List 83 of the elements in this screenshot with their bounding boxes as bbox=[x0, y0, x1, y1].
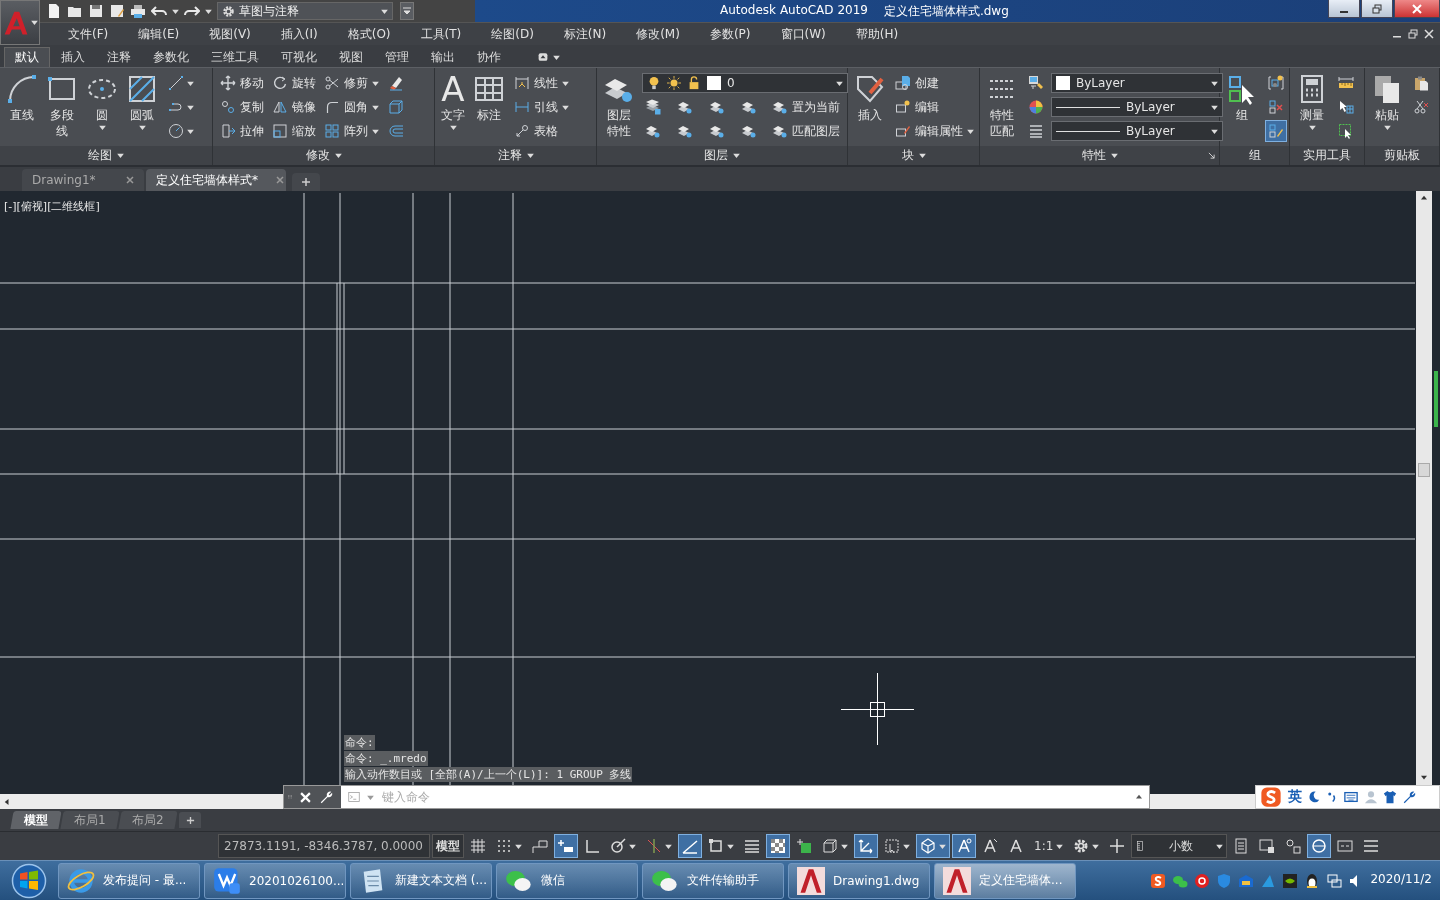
menu-item[interactable]: 格式(O) bbox=[333, 25, 407, 43]
taskbar-button[interactable]: 新建文本文档 (... bbox=[350, 862, 492, 899]
tool-button[interactable]: 缩放 bbox=[270, 120, 318, 142]
text-tool-button[interactable]: A 文字 bbox=[438, 71, 468, 132]
coordinates-display: 27873.1191, -8346.3787, 0.0000 bbox=[218, 834, 430, 858]
menu-item[interactable]: 标注(N) bbox=[549, 25, 623, 43]
tool-button[interactable]: 圆角 bbox=[322, 96, 381, 118]
taskbar-button[interactable]: Drawing1.dwg bbox=[788, 862, 930, 899]
layout-tab[interactable]: 模型 bbox=[10, 811, 62, 829]
app-name: Autodesk AutoCAD 2019 bbox=[720, 2, 868, 19]
panel-title[interactable]: 图层 bbox=[704, 147, 728, 164]
ribbon-tab[interactable]: 注释 bbox=[96, 47, 142, 67]
color-dropdown[interactable]: ByLayer bbox=[1051, 73, 1223, 93]
ribbon-tab[interactable]: 三维工具 bbox=[200, 47, 270, 67]
model-space-toggle[interactable]: 模型 bbox=[432, 834, 464, 858]
ribbon-tab[interactable]: 输出 bbox=[420, 47, 466, 67]
tool-button[interactable]: 组 bbox=[1223, 71, 1261, 125]
panel-title[interactable]: 块 bbox=[901, 147, 914, 164]
tool-button[interactable]: 匹配图层 bbox=[770, 120, 842, 142]
menu-item[interactable]: 修改(M) bbox=[622, 25, 696, 43]
menu-item[interactable]: 参数(P) bbox=[695, 25, 767, 43]
tool-button[interactable]: 置为当前 bbox=[770, 96, 842, 118]
tool-button[interactable]: 编辑属性 bbox=[893, 120, 976, 142]
line-style-dropdown[interactable]: ByLayer bbox=[1051, 121, 1223, 141]
taskbar-button[interactable]: 文件传输助手 bbox=[642, 862, 784, 899]
tool-button[interactable]: 图层特性 bbox=[600, 71, 638, 141]
units-dropdown[interactable]: 小数 bbox=[1131, 834, 1228, 858]
ribbon-tab[interactable]: 视图 bbox=[328, 47, 374, 67]
file-tab[interactable]: 定义住宅墙体样式* bbox=[146, 169, 286, 191]
panel-title[interactable]: 修改 bbox=[305, 147, 330, 164]
tool-button[interactable]: 表格 bbox=[512, 120, 560, 142]
tool-button[interactable]: 修剪 bbox=[322, 72, 381, 94]
panel-title[interactable]: 绘图 bbox=[88, 147, 112, 164]
menu-item[interactable]: 工具(T) bbox=[406, 25, 478, 43]
menu-item[interactable]: 绘图(D) bbox=[477, 25, 550, 43]
file-tab[interactable]: Drawing1* bbox=[22, 169, 144, 191]
tool-button[interactable]: 引线 bbox=[512, 96, 571, 118]
taskbar-button[interactable]: 发布提问 - 最... bbox=[58, 862, 200, 899]
ribbon-tab[interactable]: 参数化 bbox=[142, 47, 200, 67]
tool-button[interactable]: 直线 bbox=[3, 71, 41, 125]
tool-button[interactable]: 镜像 bbox=[270, 96, 318, 118]
panel-title[interactable]: 注释 bbox=[497, 147, 522, 164]
panel-title[interactable]: 组 bbox=[1248, 147, 1261, 164]
menu-item[interactable]: 视图(V) bbox=[195, 25, 267, 43]
layout-tab[interactable]: 布局1 bbox=[60, 811, 120, 829]
menu-item[interactable]: 插入(I) bbox=[266, 25, 334, 43]
input-mode-indicator[interactable]: 英 bbox=[1288, 788, 1302, 806]
tool-button[interactable]: 多段线 bbox=[43, 71, 81, 141]
ribbon-tab[interactable]: 插入 bbox=[50, 47, 96, 67]
menu-item[interactable]: 编辑(E) bbox=[124, 25, 196, 43]
tool-button[interactable]: 创建 bbox=[893, 72, 941, 94]
ribbon-tab[interactable]: 协作 bbox=[466, 47, 512, 67]
workspace-dropdown[interactable]: 草图与注释 bbox=[217, 2, 393, 20]
layer-dropdown[interactable]: 0 bbox=[642, 73, 848, 93]
ribbon-tab[interactable]: 可视化 bbox=[270, 47, 328, 67]
viewport-label[interactable]: [-][俯视][二维线框] bbox=[4, 199, 100, 214]
clock-date[interactable]: 2020/11/2 bbox=[1370, 872, 1432, 886]
tool-button[interactable]: 特性匹配 bbox=[983, 71, 1021, 141]
tool-button[interactable]: 编辑 bbox=[893, 96, 941, 118]
tool-button[interactable]: 插入 bbox=[851, 71, 889, 125]
line-style-dropdown[interactable]: ByLayer bbox=[1051, 97, 1223, 117]
menu-item[interactable]: 文件(F) bbox=[54, 25, 125, 43]
tool-button[interactable]: 阵列 bbox=[322, 120, 381, 142]
annotation-scale-dropdown[interactable]: 1:1 bbox=[1030, 834, 1068, 858]
menu-item[interactable]: 窗口(W) bbox=[766, 25, 842, 43]
tool-button[interactable]: 旋转 bbox=[270, 72, 318, 94]
tool-button[interactable]: 线性 bbox=[512, 72, 571, 94]
panel-title[interactable]: 特性 bbox=[1081, 147, 1106, 164]
ribbon-tab[interactable]: 管理 bbox=[374, 47, 420, 67]
ribbon-tab[interactable]: 默认 bbox=[4, 47, 50, 67]
window-title: 定义住宅墙体样式.dwg bbox=[883, 2, 1009, 20]
tool-button[interactable]: 复制 bbox=[218, 96, 266, 118]
menu-item[interactable]: 帮助(H) bbox=[841, 25, 915, 43]
tool-button[interactable]: 标注 bbox=[470, 71, 508, 125]
tool-button[interactable]: 粘贴 bbox=[1368, 71, 1406, 132]
tool-button[interactable]: 移动 bbox=[218, 72, 266, 94]
tool-button[interactable]: 拉伸 bbox=[218, 120, 266, 142]
layout-tab[interactable]: 布局2 bbox=[118, 811, 177, 829]
tool-button[interactable]: 测量 bbox=[1293, 71, 1331, 132]
taskbar-button[interactable]: 20201026100... bbox=[204, 862, 346, 899]
tool-button[interactable]: 圆弧 bbox=[123, 71, 161, 132]
taskbar-button[interactable]: 微信 bbox=[496, 862, 638, 899]
tool-button[interactable]: 圆 bbox=[83, 71, 121, 132]
